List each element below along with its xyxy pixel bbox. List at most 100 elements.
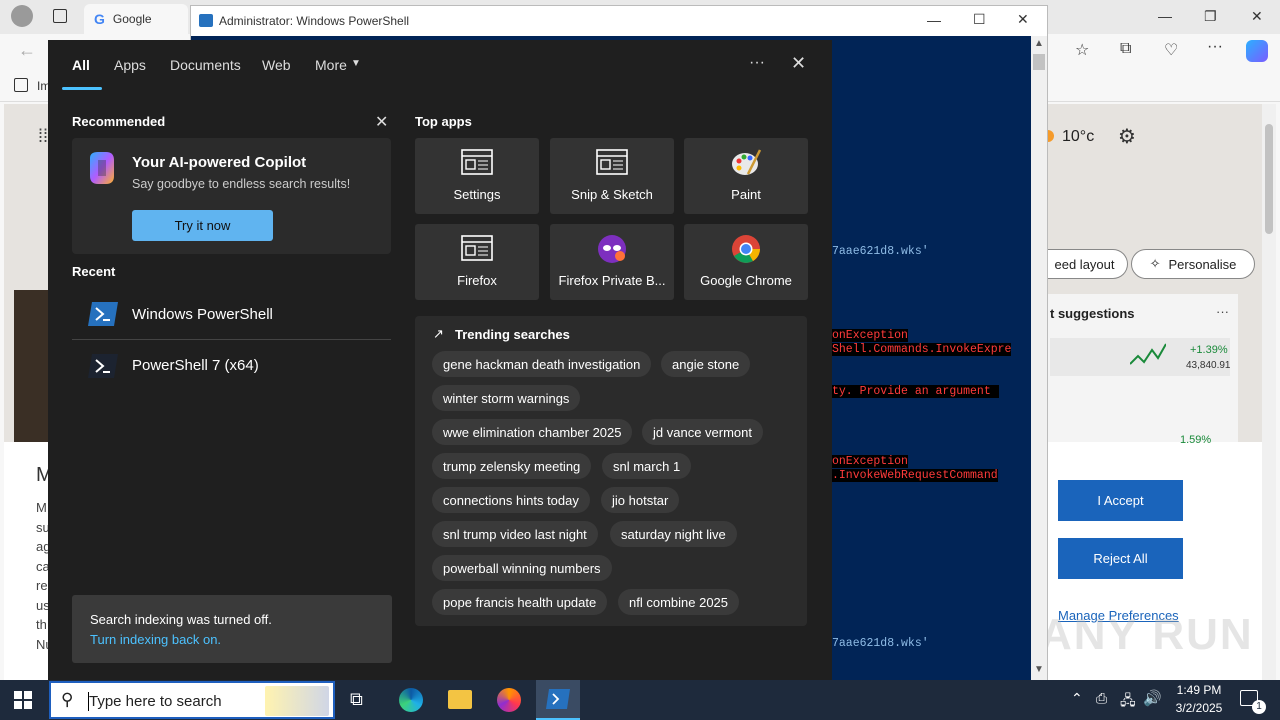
suggestions-more-icon[interactable]: ··· xyxy=(1216,304,1229,319)
powershell-title: Administrator: Windows PowerShell xyxy=(219,14,410,28)
tab-apps[interactable]: Apps xyxy=(114,57,146,73)
profile-icon[interactable] xyxy=(11,5,33,27)
notification-count: 1 xyxy=(1252,700,1266,714)
app-tile-settings[interactable]: Settings xyxy=(415,138,539,214)
more-options-icon[interactable]: ··· xyxy=(749,54,765,72)
search-placeholder: Type here to search xyxy=(89,693,222,710)
stock-row[interactable]: +1.39% 43,840.91 xyxy=(1050,338,1231,376)
copilot-icon[interactable] xyxy=(1246,40,1268,62)
app-tile-firefox[interactable]: Firefox xyxy=(415,224,539,300)
chrome-icon xyxy=(732,235,760,263)
show-hidden-icons-icon[interactable]: ⌃ xyxy=(1071,690,1083,707)
collections-icon[interactable]: ⧉ xyxy=(1120,40,1131,58)
stock-change: +1.39% xyxy=(1190,344,1228,356)
turn-indexing-on-link[interactable]: Turn indexing back on. xyxy=(90,632,221,647)
dismiss-recommended-icon[interactable]: ✕ xyxy=(375,112,388,132)
feed-layout-button[interactable]: eed layout xyxy=(1042,249,1128,279)
recent-item[interactable]: Windows PowerShell xyxy=(72,290,391,340)
console-error-line: onException xyxy=(832,329,908,342)
app-tile-paint[interactable]: Paint xyxy=(684,138,808,214)
settings-app-icon xyxy=(461,149,493,175)
firefox-icon[interactable] xyxy=(497,688,521,712)
extensions-icon[interactable]: ♡ xyxy=(1164,40,1178,60)
tab-more[interactable]: More xyxy=(315,57,347,73)
top-apps-heading: Top apps xyxy=(415,114,472,129)
tab-documents[interactable]: Documents xyxy=(170,57,241,73)
clock-time[interactable]: 1:49 PM xyxy=(1173,683,1225,697)
taskbar-powershell-button[interactable] xyxy=(536,680,580,720)
suggestions-title: t suggestions xyxy=(1050,306,1135,321)
console-error-line: ty. Provide an argument xyxy=(832,385,999,398)
ps-maximize-icon[interactable]: ☐ xyxy=(973,11,986,28)
edge-icon[interactable] xyxy=(399,688,423,712)
file-explorer-icon[interactable] xyxy=(448,690,472,709)
recent-item-label: PowerShell 7 (x64) xyxy=(132,357,259,374)
browser-tab[interactable]: G Google xyxy=(84,4,188,34)
settings-icon[interactable]: ⚙ xyxy=(1118,124,1136,149)
reject-cookies-button[interactable]: Reject All xyxy=(1058,538,1183,579)
try-it-now-button[interactable]: Try it now xyxy=(132,210,273,241)
app-tile-chrome[interactable]: Google Chrome xyxy=(684,224,808,300)
start-button[interactable] xyxy=(14,691,32,709)
trending-chip[interactable]: pope francis health update xyxy=(432,589,608,615)
close-panel-icon[interactable]: ✕ xyxy=(791,53,806,74)
more-icon[interactable]: ··· xyxy=(1207,38,1223,56)
ps-minimize-icon[interactable]: — xyxy=(927,12,941,28)
app-tile-firefox-private[interactable]: Firefox Private B... xyxy=(550,224,674,300)
clock-date[interactable]: 3/2/2025 xyxy=(1170,701,1228,715)
favorites-icon[interactable]: ☆ xyxy=(1075,40,1089,60)
suggestions-card: t suggestions ··· +1.39% 43,840.91 1.59% xyxy=(1038,294,1238,446)
trending-icon: ↗ xyxy=(433,326,444,341)
close-icon[interactable]: ✕ xyxy=(1251,8,1263,25)
snip-sketch-icon xyxy=(596,149,628,175)
apps-grid-icon[interactable]: ⁞⁞ xyxy=(38,126,48,147)
console-error-line: onException xyxy=(832,455,908,468)
trending-chip[interactable]: nfl combine 2025 xyxy=(618,589,740,615)
taskbar-search-box[interactable]: ⚲ Type here to search xyxy=(49,681,335,719)
minimize-icon[interactable]: — xyxy=(1158,8,1172,24)
app-tile-snip-sketch[interactable]: Snip & Sketch xyxy=(550,138,674,214)
volume-icon[interactable]: 🔊 xyxy=(1143,689,1162,707)
task-view-icon[interactable]: ⧉ xyxy=(350,689,363,710)
trending-chip[interactable]: trump zelensky meeting xyxy=(432,453,592,479)
tab-actions-icon[interactable] xyxy=(53,9,67,23)
ps-close-icon[interactable]: ✕ xyxy=(1017,11,1029,28)
powershell-scrollbar[interactable]: ▲ ▼ xyxy=(1031,36,1047,681)
console-line: 7aae621d8.wks' xyxy=(832,245,929,258)
tab-all[interactable]: All xyxy=(72,57,90,73)
back-icon[interactable]: ← xyxy=(18,40,36,61)
chevron-down-icon[interactable]: ▼ xyxy=(351,58,361,69)
stock-value: 43,840.91 xyxy=(1186,360,1231,371)
recommended-heading: Recommended xyxy=(72,114,166,129)
personalise-button[interactable]: ✧ Personalise xyxy=(1131,249,1255,279)
import-icon[interactable] xyxy=(14,78,28,92)
powershell-icon xyxy=(546,689,570,709)
trending-chip[interactable]: wwe elimination chamber 2025 xyxy=(432,419,633,445)
trending-chip[interactable]: snl march 1 xyxy=(602,453,692,479)
trending-chip[interactable]: powerball winning numbers xyxy=(432,555,612,581)
trending-chip[interactable]: jio hotstar xyxy=(601,487,680,513)
trending-heading: Trending searches xyxy=(455,327,570,342)
trending-chip[interactable]: jd vance vermont xyxy=(642,419,763,445)
personalise-icon: ✧ xyxy=(1149,256,1161,271)
taskbar: ⚲ Type here to search ⧉ ⌃ ⎙ 🖧 🔊 1:49 PM … xyxy=(0,680,1280,720)
powershell-icon xyxy=(88,302,118,326)
network-icon[interactable]: 🖧 xyxy=(1120,690,1136,714)
firefox-app-icon xyxy=(461,235,493,261)
stock-chart-icon xyxy=(1130,343,1166,365)
trending-chip[interactable]: angie stone xyxy=(661,351,751,377)
scrollbar[interactable] xyxy=(1262,104,1276,680)
tab-web[interactable]: Web xyxy=(262,57,291,73)
google-icon: G xyxy=(94,11,105,27)
restore-icon[interactable]: ❐ xyxy=(1204,8,1217,25)
trending-chip[interactable]: connections hints today xyxy=(432,487,590,513)
trending-chip[interactable]: gene hackman death investigation xyxy=(432,351,652,377)
trending-chip[interactable]: winter storm warnings xyxy=(432,385,581,411)
copilot-card[interactable]: Your AI-powered Copilot Say goodbye to e… xyxy=(72,138,391,254)
accept-cookies-button[interactable]: I Accept xyxy=(1058,480,1183,521)
recent-item[interactable]: PowerShell 7 (x64) xyxy=(72,342,391,392)
recent-item-label: Windows PowerShell xyxy=(132,306,273,323)
trending-chip[interactable]: saturday night live xyxy=(610,521,737,547)
tray-device-icon[interactable]: ⎙ xyxy=(1096,690,1107,707)
trending-chip[interactable]: snl trump video last night xyxy=(432,521,598,547)
